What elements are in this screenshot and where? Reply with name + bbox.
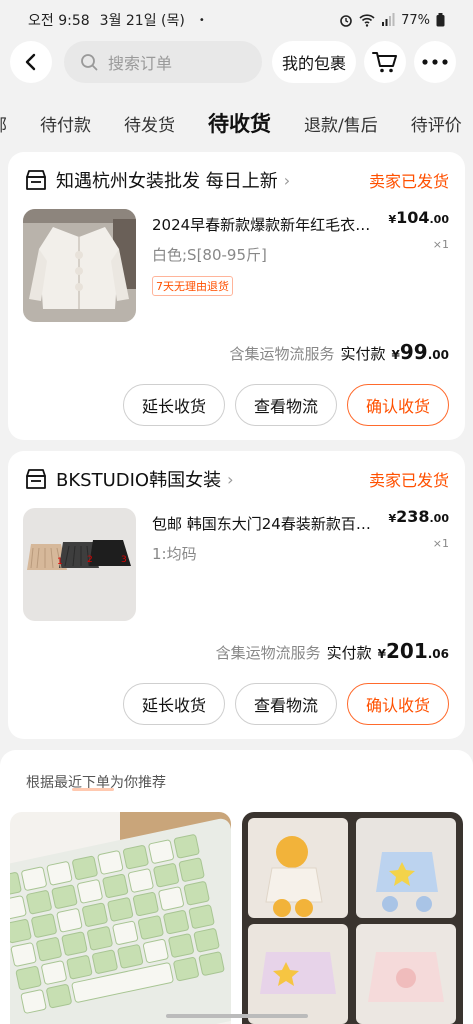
signal-icon bbox=[382, 13, 395, 26]
paid-amount: ¥99.00 bbox=[391, 340, 449, 364]
quantity: ×1 bbox=[432, 537, 449, 550]
tab-refund-aftersale[interactable]: 退款/售后 bbox=[304, 111, 378, 136]
paid-label: 实付款 bbox=[326, 644, 372, 662]
view-logistics-button[interactable]: 查看物流 bbox=[234, 384, 337, 426]
battery-percent: 77% bbox=[401, 12, 430, 28]
shop-name[interactable]: 知遇杭州女装批发 每日上新 bbox=[56, 167, 278, 193]
shipping-status: 卖家已发货 bbox=[368, 471, 449, 490]
unit-price: ¥104.00 bbox=[388, 208, 449, 227]
title-underline bbox=[72, 788, 114, 791]
tab-pending-review[interactable]: 待评价 bbox=[411, 111, 462, 136]
service-note: 含集运物流服务 bbox=[229, 345, 335, 363]
alarm-icon bbox=[340, 15, 352, 27]
paid-label: 实付款 bbox=[340, 345, 386, 363]
recommend-item-doll-clothes[interactable] bbox=[242, 812, 463, 1024]
status-date: 3월 21일 (목) bbox=[99, 13, 185, 29]
shipping-status: 卖家已发货 bbox=[368, 172, 449, 191]
order-card[interactable]: 知遇杭州女装批发 每日上新 › 卖家已发货 2024早春新款爆款新年红毛衣开衫 … bbox=[8, 152, 465, 440]
my-package-button[interactable]: 我的包裹 bbox=[272, 41, 357, 83]
store-icon bbox=[26, 469, 46, 489]
status-icons: 77% bbox=[339, 13, 445, 28]
recommend-item-keyboard[interactable] bbox=[10, 812, 231, 1024]
view-logistics-button[interactable]: 查看物流 bbox=[234, 683, 337, 725]
return-policy-badge: 7天无理由退货 bbox=[152, 276, 233, 296]
more-button[interactable] bbox=[414, 41, 457, 83]
order-tabs: 部 待付款 待发货 待收货 退款/售后 待评价 bbox=[0, 98, 473, 148]
battery-icon bbox=[436, 13, 445, 27]
status-time: 오전 9:58 bbox=[28, 13, 90, 29]
search-icon bbox=[81, 54, 98, 71]
store-icon bbox=[26, 170, 46, 190]
order-summary: 含集运物流服务 实付款 ¥201.06 bbox=[216, 639, 449, 663]
product-image[interactable]: 1 2 3 bbox=[23, 508, 136, 621]
confirm-receipt-button[interactable]: 确认收货 bbox=[346, 683, 449, 725]
action-buttons: 延长收货 查看物流 确认收货 bbox=[122, 384, 449, 426]
chevron-right-icon: › bbox=[283, 170, 291, 190]
wifi-icon bbox=[359, 14, 375, 27]
unit-price: ¥238.00 bbox=[388, 507, 449, 526]
action-buttons: 延长收货 查看物流 确认收货 bbox=[122, 683, 449, 725]
more-dots-icon bbox=[422, 59, 448, 65]
tab-all[interactable]: 部 bbox=[0, 111, 7, 136]
svg-text:3: 3 bbox=[121, 555, 127, 565]
product-title[interactable]: 包邮 韩国东大门24春装新款百褶裙 bbox=[152, 513, 377, 534]
paid-amount: ¥201.06 bbox=[377, 639, 449, 663]
tab-pending-payment[interactable]: 待付款 bbox=[40, 111, 91, 136]
cart-icon bbox=[372, 52, 398, 73]
home-indicator[interactable] bbox=[166, 1014, 308, 1018]
back-button[interactable] bbox=[10, 41, 52, 83]
tab-pending-shipment[interactable]: 待发货 bbox=[124, 111, 175, 136]
service-note: 含集运物流服务 bbox=[215, 644, 321, 662]
shop-name[interactable]: BKSTUDIO韩国女装 bbox=[56, 466, 221, 492]
svg-text:1: 1 bbox=[57, 557, 63, 567]
order-card[interactable]: BKSTUDIO韩国女装 › 卖家已发货 1 2 3 包邮 韩国东大门24春装新… bbox=[8, 451, 465, 739]
chevron-right-icon: › bbox=[227, 469, 234, 489]
product-image[interactable] bbox=[23, 209, 136, 322]
extend-receipt-button[interactable]: 延长收货 bbox=[122, 384, 225, 426]
product-spec: 1:均码 bbox=[152, 545, 197, 563]
search-placeholder: 搜索订单 bbox=[108, 54, 173, 73]
status-dot: • bbox=[198, 14, 205, 26]
order-summary: 含集运物流服务 实付款 ¥99.00 bbox=[230, 340, 450, 364]
search-input[interactable]: 搜索订单 bbox=[64, 41, 262, 83]
cart-button[interactable] bbox=[364, 41, 407, 83]
chevron-left-icon bbox=[25, 53, 36, 71]
shop-header[interactable]: BKSTUDIO韩国女装 › 卖家已发货 bbox=[24, 465, 449, 493]
extend-receipt-button[interactable]: 延长收货 bbox=[122, 683, 225, 725]
shop-header[interactable]: 知遇杭州女装批发 每日上新 › 卖家已发货 bbox=[24, 166, 449, 194]
top-bar: 搜索订单 我的包裹 bbox=[0, 40, 473, 84]
status-bar: 오전 9:58 3월 21일 (목) • 77% bbox=[0, 0, 473, 40]
svg-text:2: 2 bbox=[87, 555, 93, 565]
product-spec: 白色;S[80-95斤] bbox=[152, 246, 267, 264]
confirm-receipt-button[interactable]: 确认收货 bbox=[346, 384, 449, 426]
tab-pending-receipt[interactable]: 待收货 bbox=[208, 108, 271, 138]
product-title[interactable]: 2024早春新款爆款新年红毛衣开衫 bbox=[152, 214, 377, 235]
quantity: ×1 bbox=[432, 238, 449, 251]
recommendation-section: 根据最近下单为你推荐 bbox=[0, 750, 473, 1024]
